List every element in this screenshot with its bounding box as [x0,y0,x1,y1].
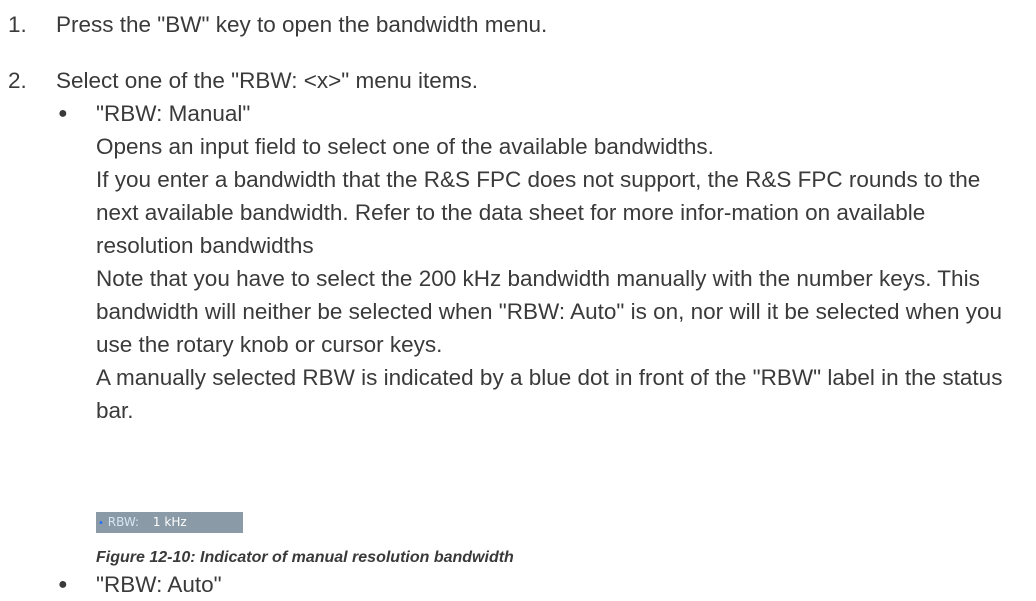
step-text: Select one of the "RBW: <x>" menu items. [56,68,479,93]
rbw-status-bar-figure: • RBW: 1 kHz [96,512,243,533]
step-text: Press the "BW" key to open the bandwidth… [56,12,548,37]
paragraph-input-field: Opens an input field to select one of th… [96,134,714,159]
bullet-icon: ● [58,576,68,593]
bullet-icon: ● [58,105,68,122]
bullet-title-rbw-manual: "RBW: Manual" [96,101,251,126]
status-rbw-label: RBW: [107,515,140,529]
step-number: 2. [8,68,27,93]
step-1: 1. Press the "BW" key to open the bandwid… [8,8,547,41]
step-number: 1. [8,12,27,37]
blue-dot-icon: • [98,518,104,529]
step-2: 2. Select one of the "RBW: <x>" menu item… [8,64,478,97]
status-rbw-value: 1 kHz [152,515,187,529]
paragraph-rounding: If you enter a bandwidth that the R&S FP… [96,167,981,258]
paragraph-blue-dot: A manually selected RBW is indicated by … [96,365,1003,423]
bullet-title-rbw-auto: "RBW: Auto" [96,572,222,597]
paragraph-200khz-note: Note that you have to select the 200 kHz… [96,266,1003,357]
